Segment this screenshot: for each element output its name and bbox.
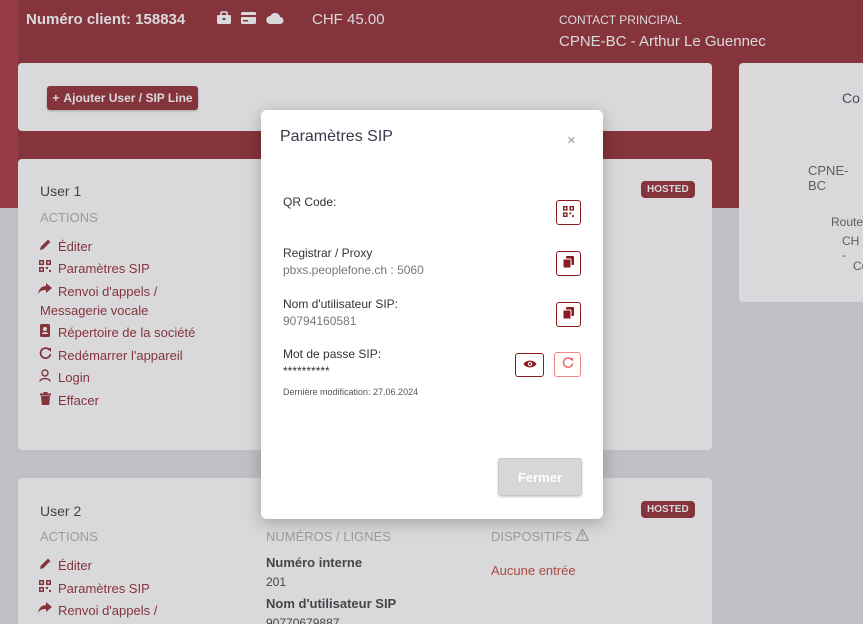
close-icon[interactable]: × — [567, 132, 576, 149]
registrar-value: pbxs.peoplefone.ch : 5060 — [283, 263, 424, 277]
regenerate-password-button[interactable] — [554, 352, 581, 377]
modal-title: Paramètres SIP — [280, 128, 393, 145]
show-password-button[interactable] — [515, 353, 544, 377]
qr-code-icon — [563, 204, 574, 222]
sip-username-label: Nom d'utilisateur SIP: — [283, 297, 399, 311]
sip-settings-modal: Paramètres SIP × QR Code: Registrar / Pr… — [261, 110, 603, 519]
sip-password-value: ********** — [283, 364, 330, 378]
sip-password-label: Mot de passe SIP: — [283, 347, 382, 361]
registrar-label: Registrar / Proxy — [283, 246, 373, 260]
copy-registrar-button[interactable] — [556, 251, 581, 276]
close-button[interactable]: Fermer — [498, 458, 582, 496]
sip-username-value: 90794160581 — [283, 314, 357, 328]
copy-icon — [562, 255, 574, 273]
refresh-icon — [562, 356, 574, 374]
eye-icon — [523, 356, 537, 374]
last-modified-text: Dernière modification: 27.06.2024 — [283, 387, 419, 397]
qr-code-label: QR Code: — [283, 195, 337, 209]
copy-username-button[interactable] — [556, 302, 581, 327]
copy-icon — [562, 306, 574, 324]
show-qr-button[interactable] — [556, 200, 581, 225]
